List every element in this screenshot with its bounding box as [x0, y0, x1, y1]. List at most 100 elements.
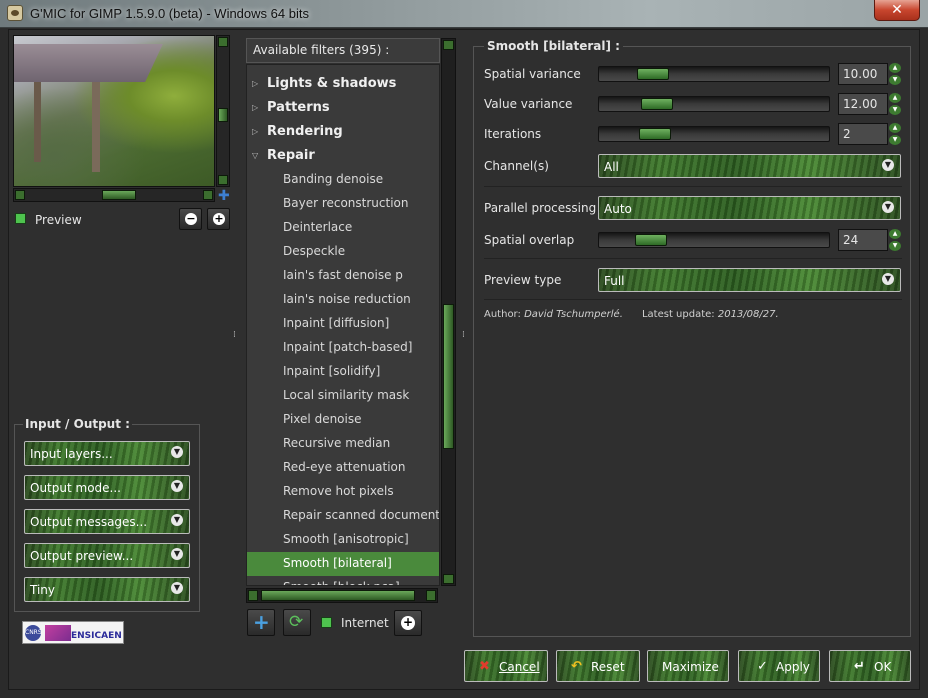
filters-horizontal-scrollbar[interactable]: [246, 588, 438, 603]
filters-vscroll-thumb[interactable]: [443, 304, 454, 449]
scroll-up-arrow-icon[interactable]: [443, 40, 454, 50]
filters-hscroll-thumb[interactable]: [261, 590, 415, 601]
separator: [484, 186, 902, 187]
add-favorite-button[interactable]: +: [247, 609, 275, 636]
spin-up-icon[interactable]: ▲: [889, 123, 901, 133]
filter-item[interactable]: Deinterlace: [247, 216, 439, 240]
slider-handle[interactable]: [641, 98, 673, 110]
channels-combo[interactable]: All ▼: [598, 154, 901, 178]
parallel-processing-combo[interactable]: Auto ▼: [598, 196, 901, 220]
spatial-overlap-spin-arrows[interactable]: ▲ ▼: [889, 229, 901, 251]
filter-item[interactable]: Smooth [block pca]: [247, 576, 439, 585]
slider-handle[interactable]: [637, 68, 669, 80]
iterations-slider[interactable]: [598, 126, 830, 142]
preview-roof-shape: [14, 44, 163, 82]
spin-down-icon[interactable]: ▼: [889, 75, 901, 85]
splitter-handle-icon[interactable]: ⁞: [233, 330, 236, 340]
spatial-variance-slider[interactable]: [598, 66, 830, 82]
filters-vertical-scrollbar[interactable]: [441, 38, 456, 586]
value-variance-value[interactable]: 12.00: [838, 93, 888, 115]
filter-item[interactable]: Inpaint [diffusion]: [247, 312, 439, 336]
spin-down-icon[interactable]: ▼: [889, 135, 901, 145]
close-button[interactable]: ✕: [874, 0, 920, 21]
scroll-down-arrow-icon[interactable]: [218, 175, 228, 185]
output-mode-combo[interactable]: Output mode... ▼: [24, 475, 190, 500]
filter-item[interactable]: Iain's noise reduction: [247, 288, 439, 312]
preview-vertical-scrollbar[interactable]: [216, 35, 230, 187]
category-lights-shadows[interactable]: ▷ Lights & shadows: [247, 72, 439, 96]
spatial-overlap-slider[interactable]: [598, 232, 830, 248]
spatial-overlap-value[interactable]: 24: [838, 229, 888, 251]
expand-triangle-icon: ▷: [252, 103, 259, 112]
preview-crosshair-icon[interactable]: ✚: [218, 189, 230, 203]
spin-down-icon[interactable]: ▼: [889, 105, 901, 115]
cancel-button[interactable]: ✖ Cancel: [464, 650, 548, 682]
filter-item[interactable]: Local similarity mask: [247, 384, 439, 408]
category-repair[interactable]: ▽ Repair: [247, 144, 439, 168]
preview-size-combo[interactable]: Tiny ▼: [24, 577, 190, 602]
filters-tree[interactable]: ▷ Lights & shadows ▷ Patterns ▷ Rendering ▽…: [246, 64, 440, 586]
ok-button[interactable]: ↵ OK: [829, 650, 911, 682]
spatial-variance-value[interactable]: 10.00: [838, 63, 888, 85]
filter-item[interactable]: Red-eye attenuation: [247, 456, 439, 480]
available-filters-header: Available filters (395) :: [246, 38, 440, 63]
logo-ensicaen-text: ENSICAEN: [71, 631, 122, 641]
category-rendering[interactable]: ▷ Rendering: [247, 120, 439, 144]
value-variance-spin-arrows[interactable]: ▲ ▼: [889, 93, 901, 115]
preview-vscroll-thumb[interactable]: [218, 108, 228, 122]
filter-item[interactable]: Bayer reconstruction: [247, 192, 439, 216]
slider-handle[interactable]: [639, 128, 671, 140]
output-preview-combo[interactable]: Output preview... ▼: [24, 543, 190, 568]
preview-type-combo[interactable]: Full ▼: [598, 268, 901, 292]
maximize-button[interactable]: Maximize: [647, 650, 729, 682]
scroll-down-arrow-icon[interactable]: [443, 574, 454, 584]
filter-item[interactable]: Despeckle: [247, 240, 439, 264]
expand-collapse-button[interactable]: +: [394, 610, 422, 636]
filter-item[interactable]: Inpaint [patch-based]: [247, 336, 439, 360]
iterations-value[interactable]: 2: [838, 123, 888, 145]
refresh-filters-button[interactable]: ⟳: [283, 609, 311, 636]
filter-item[interactable]: Iain's fast denoise p: [247, 264, 439, 288]
logo-cnrs-mark: CNRS: [25, 625, 42, 641]
input-layers-combo[interactable]: Input layers... ▼: [24, 441, 190, 466]
filter-item[interactable]: Pixel denoise: [247, 408, 439, 432]
scroll-left-arrow-icon[interactable]: [248, 590, 258, 601]
preview-hscroll-thumb[interactable]: [102, 190, 136, 200]
splitter-handle-icon[interactable]: ⁞: [462, 330, 465, 340]
filter-item[interactable]: Smooth [anisotropic]: [247, 528, 439, 552]
scroll-right-arrow-icon[interactable]: [203, 190, 213, 200]
internet-checkbox[interactable]: [321, 617, 332, 628]
filter-item[interactable]: Remove hot pixels: [247, 480, 439, 504]
preview-checkbox[interactable]: [15, 213, 26, 224]
output-messages-combo[interactable]: Output messages... ▼: [24, 509, 190, 534]
gimp-app-icon[interactable]: [7, 5, 23, 21]
category-patterns[interactable]: ▷ Patterns: [247, 96, 439, 120]
filter-item-selected[interactable]: Smooth [bilateral]: [247, 552, 439, 576]
filter-item[interactable]: Inpaint [solidify]: [247, 360, 439, 384]
slider-handle[interactable]: [635, 234, 667, 246]
spin-up-icon[interactable]: ▲: [889, 229, 901, 239]
preview-horizontal-scrollbar[interactable]: [13, 188, 215, 202]
chevron-down-icon: ▼: [171, 480, 183, 492]
zoom-in-button[interactable]: +: [207, 208, 230, 230]
spatial-variance-spin-arrows[interactable]: ▲ ▼: [889, 63, 901, 85]
iterations-spin-arrows[interactable]: ▲ ▼: [889, 123, 901, 145]
spin-up-icon[interactable]: ▲: [889, 93, 901, 103]
value-variance-slider[interactable]: [598, 96, 830, 112]
scroll-left-arrow-icon[interactable]: [15, 190, 25, 200]
filter-item[interactable]: Banding denoise: [247, 168, 439, 192]
spin-up-icon[interactable]: ▲: [889, 63, 901, 73]
preview-label: Preview: [35, 213, 82, 227]
preview-image[interactable]: [13, 35, 215, 187]
filter-item[interactable]: Recursive median: [247, 432, 439, 456]
spin-down-icon[interactable]: ▼: [889, 241, 901, 251]
scroll-up-arrow-icon[interactable]: [218, 37, 228, 47]
cancel-label: Cancel: [499, 660, 540, 674]
scroll-right-arrow-icon[interactable]: [426, 590, 436, 601]
reset-button[interactable]: ↶ Reset: [556, 650, 640, 682]
chevron-down-icon: ▼: [882, 273, 894, 285]
apply-button[interactable]: ✓ Apply: [738, 650, 820, 682]
channels-label: Channel(s): [484, 159, 549, 173]
zoom-out-button[interactable]: −: [179, 208, 202, 230]
filter-item[interactable]: Repair scanned document: [247, 504, 439, 528]
